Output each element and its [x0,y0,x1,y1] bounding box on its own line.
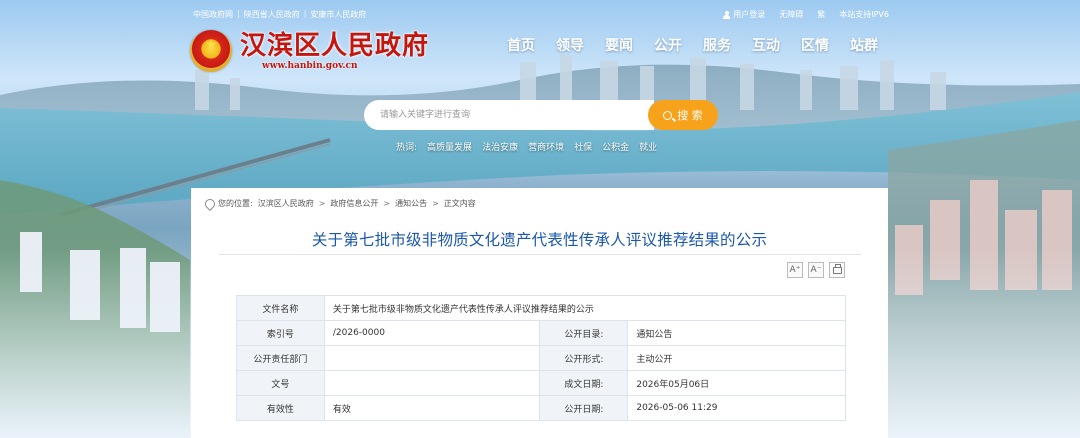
table-value [323,345,541,371]
nav-item-sites[interactable]: 站群 [850,35,899,55]
top-link-shaanxi[interactable]: 陕西省人民政府 [244,9,300,20]
top-right-links: 用户登录 无障碍 繁 本站支持IPV6 [723,9,889,20]
table-key: 索引号 [236,320,325,346]
ipv6-label: 本站支持IPV6 [839,10,889,19]
content-panel: 您的位置: 汉滨区人民政府 > 政府信息公开 > 通知公告 > 正文内容 关于第… [191,188,888,438]
font-smaller-button[interactable]: A⁻ [808,262,824,278]
hot-word-item[interactable]: 公积金 [602,140,629,153]
login-link[interactable]: 用户登录 [723,9,765,20]
national-emblem-icon [190,30,232,72]
top-link-ankang[interactable]: 安康市人民政府 [310,9,366,20]
hot-word-item[interactable]: 营商环境 [528,140,564,153]
top-link-gov-china[interactable]: 中国政府网 [193,9,233,20]
nav-item-leaders[interactable]: 领导 [556,35,605,55]
table-row: 文号 成文日期: 2026年05月06日 [236,370,846,396]
breadcrumb-label: 您的位置: [218,199,253,208]
table-row: 索引号 /2026-0000 公开目录: 通知公告 [236,320,846,346]
table-key: 文号 [236,370,325,396]
table-value: 通知公告 [627,320,846,346]
breadcrumb-item-notices[interactable]: 通知公告 [395,198,427,209]
accessible-link[interactable]: 无障碍 [779,9,803,20]
search-icon [663,110,673,120]
breadcrumb-item-current: 正文内容 [443,199,476,208]
breadcrumb: 您的位置: 汉滨区人民政府 > 政府信息公开 > 通知公告 > 正文内容 [205,198,476,209]
hot-word-item[interactable]: 就业 [639,140,657,153]
search-bar: 搜 索 [364,100,718,130]
font-larger-button[interactable]: A⁺ [787,262,803,278]
site-title: 汉滨区人民政府 [240,30,430,61]
title-divider [219,254,861,255]
table-value: /2026-0000 [323,320,541,346]
hot-words-label: 热词: [396,143,418,153]
nav-item-services[interactable]: 服务 [703,35,752,55]
table-value: 2026年05月06日 [627,370,846,396]
table-value: 主动公开 [627,345,846,371]
table-key: 公开责任部门 [236,345,325,371]
table-value: 2026-05-06 11:29 [627,395,846,421]
nav-item-news[interactable]: 要闻 [605,35,654,55]
top-links: 中国政府网 | 陕西省人民政府 | 安康市人民政府 [193,9,367,20]
table-key: 公开日期: [539,395,629,421]
table-value: 有效 [323,395,541,421]
nav-item-disclosure[interactable]: 公开 [654,35,703,55]
table-key: 公开形式: [539,345,629,371]
table-key: 有效性 [236,395,325,421]
hot-word-item[interactable]: 社保 [574,140,592,153]
hot-word-item[interactable]: 法治安康 [482,140,518,153]
table-row: 文件名称 关于第七批市级非物质文化遗产代表性传承人评议推荐结果的公示 [236,295,847,321]
document-info-table: 文件名称 关于第七批市级非物质文化遗产代表性传承人评议推荐结果的公示 索引号 /… [236,295,847,421]
traditional-chinese-link[interactable]: 繁 [817,9,825,20]
table-row: 有效性 有效 公开日期: 2026-05-06 11:29 [236,395,846,421]
main-nav: 首页 领导 要闻 公开 服务 互动 区情 站群 [507,35,899,55]
nav-item-district-info[interactable]: 区情 [801,35,850,55]
table-value [323,370,541,396]
table-key: 成文日期: [539,370,629,396]
user-icon [723,10,731,19]
site-url: www.hanbin.gov.cn [262,60,358,71]
table-key: 公开目录: [539,320,629,346]
article-tools: A⁺ A⁻ [787,262,845,278]
search-button[interactable]: 搜 索 [648,100,718,130]
article-title: 关于第七批市级非物质文化遗产代表性传承人评议推荐结果的公示 [311,231,768,249]
top-utility-bar: 中国政府网 | 陕西省人民政府 | 安康市人民政府 用户登录 无障碍 繁 本站支… [0,0,1080,26]
nav-item-interaction[interactable]: 互动 [752,35,801,55]
breadcrumb-item-home[interactable]: 汉滨区人民政府 [258,198,314,209]
table-row: 公开责任部门 公开形式: 主动公开 [236,345,846,371]
hot-words: 热词: 高质量发展 法治安康 营商环境 社保 公积金 就业 [396,140,657,153]
table-value: 关于第七批市级非物质文化遗产代表性传承人评议推荐结果的公示 [323,295,847,321]
print-icon [832,263,842,274]
nav-item-home[interactable]: 首页 [507,35,556,55]
site-logo[interactable]: 汉滨区人民政府 www.hanbin.gov.cn [190,30,429,72]
hot-word-item[interactable]: 高质量发展 [427,140,472,153]
table-key: 文件名称 [236,295,325,321]
location-pin-icon [205,199,213,209]
search-input[interactable] [364,100,654,130]
breadcrumb-item-disclosure[interactable]: 政府信息公开 [330,198,378,209]
print-button[interactable] [829,262,845,278]
